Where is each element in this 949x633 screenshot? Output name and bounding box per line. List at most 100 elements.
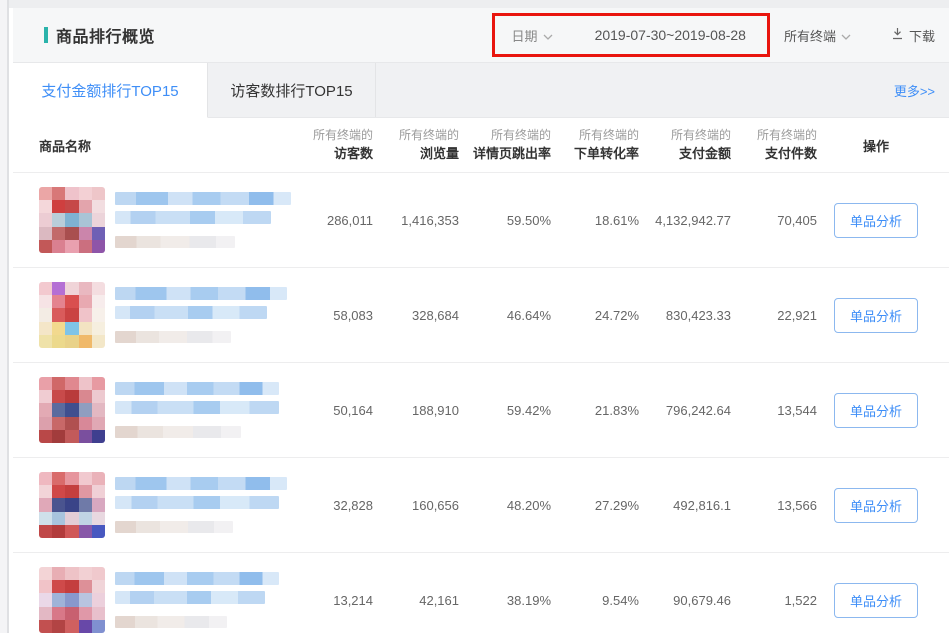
mosaic-pixel xyxy=(92,390,105,403)
mosaic-pixel xyxy=(79,335,92,348)
mosaic-pixel xyxy=(39,390,52,403)
column-header-action: 操作 xyxy=(817,136,935,155)
mosaic-pixel xyxy=(65,390,78,403)
mosaic-pixel xyxy=(39,512,52,525)
product-image-blurred[interactable] xyxy=(39,282,105,348)
date-filter-dropdown[interactable]: 日期 xyxy=(512,26,553,45)
column-header-name: 详情页跳出率 xyxy=(459,144,551,164)
mosaic-pixel xyxy=(39,187,52,200)
mosaic-pixel xyxy=(65,187,78,200)
mosaic-pixel xyxy=(65,498,78,511)
mosaic-pixel xyxy=(79,308,92,321)
product-image-blurred[interactable] xyxy=(39,187,105,253)
metric-value-4: 4,132,942.77 xyxy=(639,213,731,228)
metric-value-3: 18.61% xyxy=(551,213,639,228)
blurred-text-line xyxy=(115,236,235,248)
blurred-text-line xyxy=(115,496,279,509)
mosaic-pixel xyxy=(52,390,65,403)
mosaic-pixel xyxy=(92,607,105,620)
product-image-blurred[interactable] xyxy=(39,377,105,443)
mosaic-pixel xyxy=(52,498,65,511)
table-row: 58,083328,68446.64%24.72%830,423.3322,92… xyxy=(13,267,949,362)
single-product-analysis-button[interactable]: 单品分析 xyxy=(834,583,918,618)
mosaic-pixel xyxy=(92,187,105,200)
mosaic-pixel xyxy=(52,403,65,416)
column-header-product-name: 商品名称 xyxy=(39,136,301,155)
mosaic-pixel xyxy=(65,322,78,335)
product-title-blurred[interactable] xyxy=(115,572,279,628)
mosaic-pixel xyxy=(65,580,78,593)
mosaic-pixel xyxy=(39,335,52,348)
column-header-name: 访客数 xyxy=(301,144,373,164)
mosaic-pixel xyxy=(79,472,92,485)
column-header-metric-2: 所有终端的详情页跳出率 xyxy=(459,126,551,164)
metric-value-3: 24.72% xyxy=(551,308,639,323)
mosaic-pixel xyxy=(39,567,52,580)
mosaic-pixel xyxy=(79,240,92,253)
single-product-analysis-button[interactable]: 单品分析 xyxy=(834,488,918,523)
chevron-down-icon xyxy=(543,28,553,43)
tab-visitor-ranking[interactable]: 访客数排行TOP15 xyxy=(208,63,376,117)
mosaic-pixel xyxy=(52,335,65,348)
title-accent-bar xyxy=(44,27,48,43)
mosaic-pixel xyxy=(79,295,92,308)
download-button[interactable]: 下载 xyxy=(891,26,935,45)
terminal-dropdown[interactable]: 所有终端 xyxy=(784,26,851,45)
mosaic-pixel xyxy=(92,580,105,593)
metric-value-2: 59.50% xyxy=(459,213,551,228)
mosaic-pixel xyxy=(52,567,65,580)
mosaic-pixel xyxy=(65,607,78,620)
blurred-text-line xyxy=(115,616,227,628)
metric-value-1: 160,656 xyxy=(373,498,459,513)
mosaic-pixel xyxy=(39,308,52,321)
table-row: 32,828160,65648.20%27.29%492,816.113,566… xyxy=(13,457,949,552)
mosaic-pixel xyxy=(79,498,92,511)
table-row: 50,164188,91059.42%21.83%796,242.6413,54… xyxy=(13,362,949,457)
mosaic-pixel xyxy=(52,213,65,226)
metric-value-3: 21.83% xyxy=(551,403,639,418)
blurred-text-line xyxy=(115,287,287,300)
mosaic-pixel xyxy=(65,213,78,226)
tab-payment-ranking[interactable]: 支付金额排行TOP15 xyxy=(13,63,208,118)
metric-value-4: 492,816.1 xyxy=(639,498,731,513)
metric-value-1: 188,910 xyxy=(373,403,459,418)
mosaic-pixel xyxy=(65,282,78,295)
mosaic-pixel xyxy=(39,607,52,620)
product-title-blurred[interactable] xyxy=(115,477,287,533)
mosaic-pixel xyxy=(39,498,52,511)
product-image-blurred[interactable] xyxy=(39,472,105,538)
mosaic-pixel xyxy=(92,282,105,295)
mosaic-pixel xyxy=(65,485,78,498)
column-header-prefix: 所有终端的 xyxy=(639,126,731,144)
product-image-blurred[interactable] xyxy=(39,567,105,633)
metric-value-2: 48.20% xyxy=(459,498,551,513)
mosaic-pixel xyxy=(52,430,65,443)
metric-value-0: 50,164 xyxy=(301,403,373,418)
more-link[interactable]: 更多>> xyxy=(894,81,935,100)
date-range-value[interactable]: 2019-07-30~2019-08-28 xyxy=(595,27,746,43)
chevron-down-icon xyxy=(841,28,851,43)
single-product-analysis-button[interactable]: 单品分析 xyxy=(834,298,918,333)
mosaic-pixel xyxy=(65,472,78,485)
mosaic-pixel xyxy=(92,240,105,253)
product-cell xyxy=(39,567,301,633)
mosaic-pixel xyxy=(79,282,92,295)
mosaic-pixel xyxy=(92,512,105,525)
product-title-blurred[interactable] xyxy=(115,192,291,248)
product-title-blurred[interactable] xyxy=(115,382,279,438)
page-top-strip xyxy=(0,0,949,8)
table-header-row: 商品名称 所有终端的访客数所有终端的浏览量所有终端的详情页跳出率所有终端的下单转… xyxy=(13,118,949,172)
mosaic-pixel xyxy=(65,335,78,348)
mosaic-pixel xyxy=(79,377,92,390)
single-product-analysis-button[interactable]: 单品分析 xyxy=(834,393,918,428)
mosaic-pixel xyxy=(79,525,92,538)
product-title-blurred[interactable] xyxy=(115,287,287,343)
mosaic-pixel xyxy=(52,282,65,295)
mosaic-pixel xyxy=(92,567,105,580)
mosaic-pixel xyxy=(65,525,78,538)
mosaic-pixel xyxy=(79,200,92,213)
column-header-prefix: 所有终端的 xyxy=(551,126,639,144)
mosaic-pixel xyxy=(52,620,65,633)
single-product-analysis-button[interactable]: 单品分析 xyxy=(834,203,918,238)
blurred-text-line xyxy=(115,521,233,533)
